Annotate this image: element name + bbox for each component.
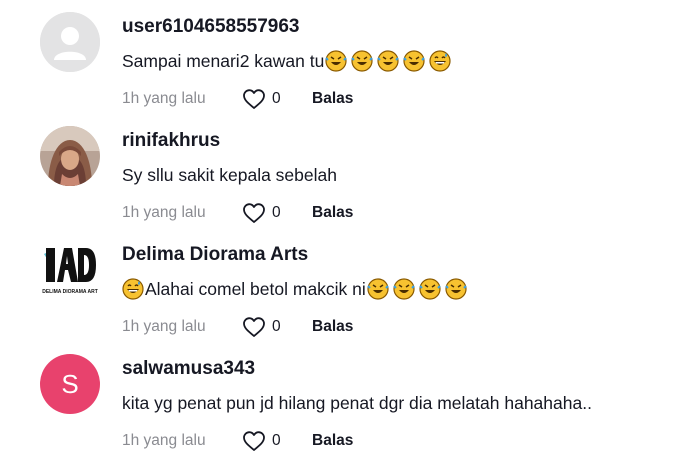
reply-button[interactable]: Balas	[312, 318, 353, 336]
rofl-emoji-icon	[325, 50, 348, 72]
comment-text-content: Alahai comel betol makcik ni	[145, 279, 366, 299]
comment-item: user6104658557963 Sampai menari2 kawan t…	[0, 0, 686, 114]
logo-caption: DELIMA DIORAMA ART	[42, 289, 98, 295]
avatar[interactable]: S	[40, 354, 100, 414]
like-button[interactable]: 0	[242, 430, 312, 452]
grin-sweat-emoji-icon	[429, 50, 451, 72]
comment-item: S salwamusa343 kita yg penat pun jd hila…	[0, 342, 686, 456]
rofl-emoji-icon	[419, 278, 441, 300]
reply-button[interactable]: Balas	[312, 432, 353, 450]
username[interactable]: user6104658557963	[122, 14, 676, 40]
comment-meta: 1h yang lalu 0 Balas	[122, 86, 676, 112]
heart-icon[interactable]	[242, 316, 266, 338]
comment-item: DELIMA DIORAMA ART Delima Diorama Arts A…	[0, 228, 686, 342]
rofl-emoji-icon	[445, 278, 467, 300]
rofl-emoji-icon	[403, 50, 426, 72]
heart-icon[interactable]	[242, 202, 266, 224]
comment-item: rinifakhrus Sy sllu sakit kepala sebelah…	[0, 114, 686, 228]
delima-logo-icon: DELIMA DIORAMA ART	[40, 240, 100, 300]
comment-time: 1h yang lalu	[122, 432, 206, 449]
like-count: 0	[272, 90, 281, 107]
comment-text-content: kita yg penat pun jd hilang penat dgr di…	[122, 393, 592, 413]
comment-time: 1h yang lalu	[122, 90, 206, 107]
reply-button[interactable]: Balas	[312, 204, 353, 222]
grin-sweat-emoji-icon	[122, 278, 144, 300]
default-avatar-icon	[40, 12, 100, 72]
like-count: 0	[272, 204, 281, 221]
user-photo-icon	[40, 126, 100, 186]
rofl-emoji-icon	[377, 50, 400, 72]
comment-time: 1h yang lalu	[122, 318, 206, 335]
comment-text-content: Sy sllu sakit kepala sebelah	[122, 165, 337, 185]
reply-button[interactable]: Balas	[312, 90, 353, 108]
like-button[interactable]: 0	[242, 88, 312, 110]
comment-text: Alahai comel betol makcik ni	[122, 276, 676, 302]
rofl-emoji-icon	[351, 50, 374, 72]
comment-text: Sy sllu sakit kepala sebelah	[122, 162, 676, 188]
heart-icon[interactable]	[242, 430, 266, 452]
like-button[interactable]: 0	[242, 202, 312, 224]
comment-meta: 1h yang lalu 0 Balas	[122, 428, 676, 454]
emoji-group	[325, 50, 455, 72]
like-count: 0	[272, 318, 281, 335]
avatar[interactable]	[40, 126, 100, 186]
username[interactable]: salwamusa343	[122, 356, 676, 382]
heart-icon[interactable]	[242, 88, 266, 110]
avatar[interactable]	[40, 12, 100, 72]
rofl-emoji-icon	[393, 278, 415, 300]
rofl-emoji-icon	[367, 278, 389, 300]
username[interactable]: Delima Diorama Arts	[122, 242, 676, 268]
comment-meta: 1h yang lalu 0 Balas	[122, 314, 676, 340]
comment-text-content: Sampai menari2 kawan tu	[122, 51, 325, 71]
avatar[interactable]: DELIMA DIORAMA ART	[40, 240, 100, 300]
like-count: 0	[272, 432, 281, 449]
comment-time: 1h yang lalu	[122, 204, 206, 221]
emoji-group	[367, 278, 471, 300]
comment-text: kita yg penat pun jd hilang penat dgr di…	[122, 390, 676, 416]
comment-text: Sampai menari2 kawan tu	[122, 48, 676, 74]
username[interactable]: rinifakhrus	[122, 128, 676, 154]
comment-list: user6104658557963 Sampai menari2 kawan t…	[0, 0, 686, 454]
comment-meta: 1h yang lalu 0 Balas	[122, 200, 676, 226]
like-button[interactable]: 0	[242, 316, 312, 338]
